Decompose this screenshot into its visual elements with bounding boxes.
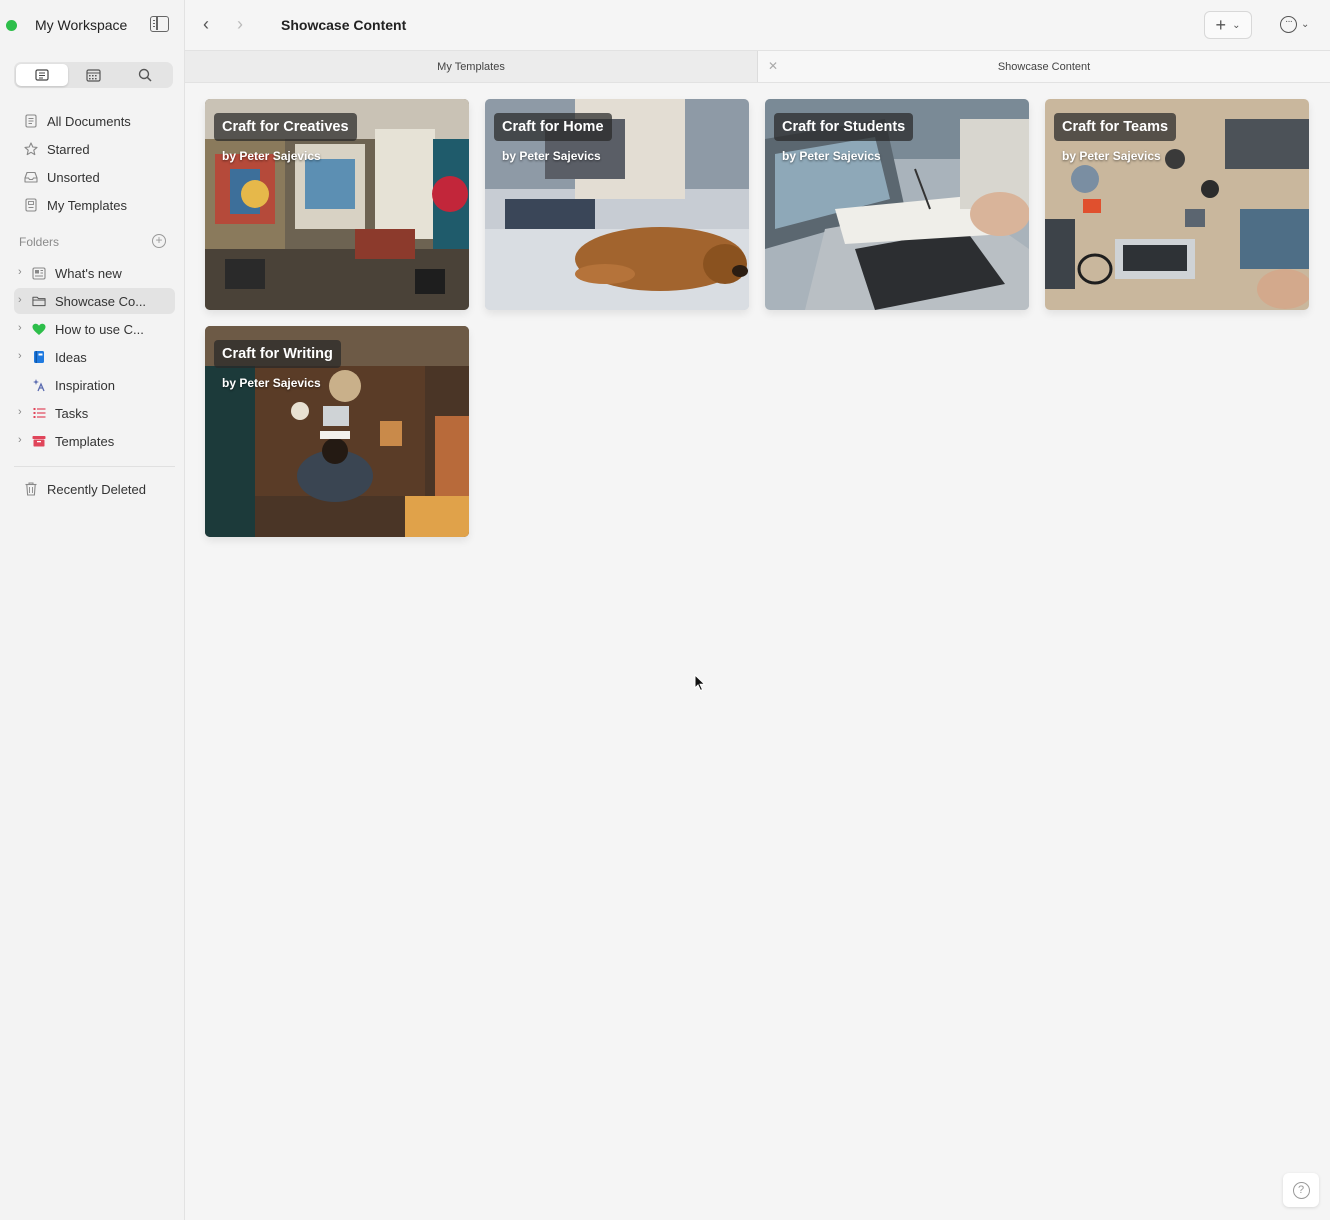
chevron-down-icon: ⌄: [1301, 19, 1310, 30]
showcase-card-teams[interactable]: Craft for Teams by Peter Sajevics: [1045, 99, 1309, 310]
card-title: Craft for Creatives: [214, 113, 357, 141]
calendar-icon: [86, 68, 101, 82]
sidebar-folder-templates[interactable]: › Templates: [14, 428, 175, 454]
card-author: by Peter Sajevics: [222, 376, 321, 390]
chevron-right-icon[interactable]: ›: [18, 266, 22, 278]
workspace-name[interactable]: My Workspace: [35, 17, 127, 33]
inbox-icon: [24, 170, 38, 184]
heart-icon: [32, 322, 46, 336]
page-title: Showcase Content: [281, 17, 407, 33]
document-stack-icon: [24, 114, 38, 128]
sidebar-folder-tasks[interactable]: › Tasks: [14, 400, 175, 426]
list-icon: [32, 406, 46, 420]
calendar-mode-button[interactable]: [68, 64, 120, 86]
chevron-down-icon: ⌄: [1232, 19, 1241, 31]
add-folder-icon[interactable]: +: [152, 234, 166, 248]
chevron-right-icon[interactable]: ›: [18, 294, 22, 306]
sidebar-item-label: Starred: [47, 142, 90, 157]
sidebar-item-label: Inspiration: [55, 378, 115, 393]
sidebar-mode-switcher: [14, 62, 173, 88]
sidebar-item-label: Recently Deleted: [47, 482, 146, 497]
documents-mode-button[interactable]: [16, 64, 68, 86]
showcase-card-students[interactable]: Craft for Students by Peter Sajevics: [765, 99, 1029, 310]
close-icon[interactable]: ✕: [768, 59, 778, 73]
tab-my-templates[interactable]: My Templates: [185, 51, 758, 82]
chevron-right-icon[interactable]: ›: [18, 434, 22, 446]
more-options-button[interactable]: ··· ⌄: [1280, 16, 1309, 33]
newspaper-icon: [32, 266, 46, 280]
card-title: Craft for Writing: [214, 340, 341, 368]
sidebar-item-all-documents[interactable]: All Documents: [14, 108, 175, 134]
card-title: Craft for Teams: [1054, 113, 1177, 141]
sidebar-folder-how-to-use[interactable]: › How to use C...: [14, 316, 175, 342]
help-button[interactable]: ?: [1283, 1173, 1319, 1207]
card-author: by Peter Sajevics: [782, 149, 881, 163]
sparkle-icon: [32, 378, 46, 392]
sidebar-item-label: Ideas: [55, 350, 87, 365]
sidebar-folder-ideas[interactable]: › Ideas: [14, 344, 175, 370]
sidebar: My Workspace All Documents Starred Unsor…: [0, 0, 185, 1220]
sidebar-item-recently-deleted[interactable]: Recently Deleted: [14, 476, 175, 502]
sidebar-item-label: How to use C...: [55, 322, 144, 337]
showcase-card-creatives[interactable]: Craft for Creatives by Peter Sajevics: [205, 99, 469, 310]
showcase-card-home[interactable]: Craft for Home by Peter Sajevics: [485, 99, 749, 310]
toolbar: ‹ › Showcase Content + ⌄ ··· ⌄: [185, 0, 1330, 50]
tab-label: My Templates: [437, 60, 505, 73]
star-icon: [24, 142, 38, 156]
sidebar-item-label: All Documents: [47, 114, 131, 129]
question-icon: ?: [1292, 1181, 1310, 1199]
sidebar-folder-showcase-content[interactable]: › Showcase Co...: [14, 288, 175, 314]
sidebar-item-starred[interactable]: Starred: [14, 136, 175, 162]
folder-icon: [32, 294, 46, 308]
search-mode-button[interactable]: [119, 64, 171, 86]
sidebar-folder-inspiration[interactable]: Inspiration: [14, 372, 175, 398]
notebook-icon: [32, 350, 46, 364]
sidebar-item-label: My Templates: [47, 198, 127, 213]
showcase-card-writing[interactable]: Craft for Writing by Peter Sajevics: [205, 326, 469, 537]
sidebar-item-unsorted[interactable]: Unsorted: [14, 164, 175, 190]
chevron-right-icon[interactable]: ›: [18, 406, 22, 418]
chevron-right-icon[interactable]: ›: [18, 350, 22, 362]
sidebar-item-label: Showcase Co...: [55, 294, 147, 309]
sidebar-toggle-icon[interactable]: [150, 16, 169, 32]
ellipsis-circle-icon: ···: [1280, 16, 1297, 33]
sidebar-item-label: What's new: [55, 266, 122, 281]
chevron-right-icon[interactable]: ›: [18, 322, 22, 334]
mouse-cursor-icon: [694, 674, 706, 692]
tab-bar: My Templates ✕ Showcase Content: [185, 50, 1330, 83]
search-icon: [138, 68, 152, 82]
sidebar-separator: [14, 466, 175, 467]
showcase-grid: Craft for Creatives by Peter Sajevics Cr…: [185, 83, 1330, 1220]
forward-chevron-icon[interactable]: ›: [237, 14, 243, 35]
card-author: by Peter Sajevics: [222, 149, 321, 163]
add-button[interactable]: + ⌄: [1204, 11, 1252, 39]
box-icon: [32, 434, 46, 448]
plus-icon: +: [1215, 14, 1227, 35]
trash-icon: [24, 482, 38, 496]
sidebar-item-label: Unsorted: [47, 170, 100, 185]
document-icon: [35, 69, 49, 81]
folders-section-label: Folders: [19, 235, 60, 249]
card-author: by Peter Sajevics: [502, 149, 601, 163]
sidebar-item-label: Templates: [55, 434, 115, 449]
card-title: Craft for Students: [774, 113, 914, 141]
template-icon: [24, 198, 38, 212]
back-chevron-icon[interactable]: ‹: [203, 14, 209, 35]
sidebar-folder-whats-new[interactable]: › What's new: [14, 260, 175, 286]
tab-showcase-content[interactable]: ✕ Showcase Content: [758, 51, 1330, 82]
sidebar-item-label: Tasks: [55, 406, 89, 421]
card-author: by Peter Sajevics: [1062, 149, 1161, 163]
sidebar-item-my-templates[interactable]: My Templates: [14, 192, 175, 218]
tab-label: Showcase Content: [997, 60, 1091, 73]
workspace-status-dot: [6, 20, 17, 31]
card-title: Craft for Home: [494, 113, 612, 141]
